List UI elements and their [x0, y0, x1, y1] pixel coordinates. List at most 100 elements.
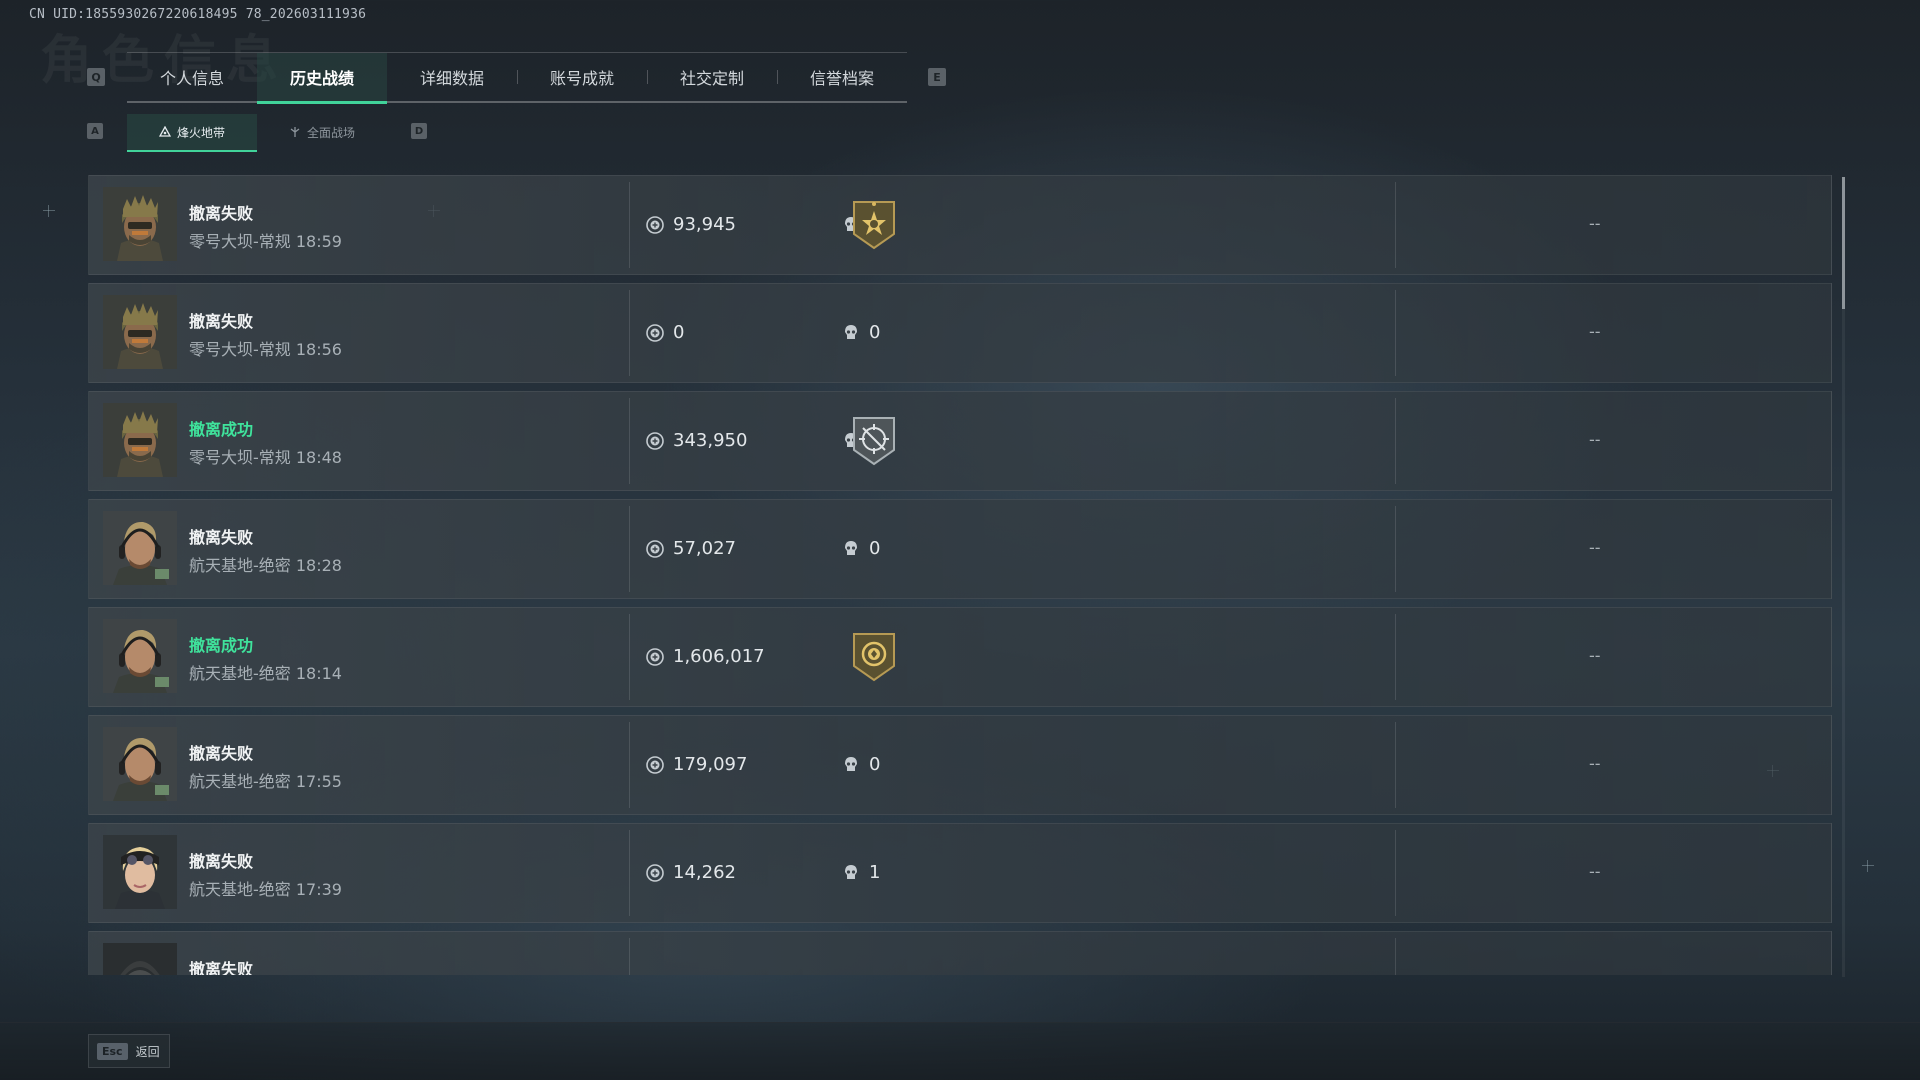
haul-value: 179,097: [673, 754, 748, 775]
subtab-prev-key[interactable]: A: [87, 123, 103, 139]
deco-cross: [1862, 860, 1874, 872]
column-divider: [1395, 938, 1396, 975]
map-name: 航天基地-绝密: [189, 664, 291, 683]
medal-badge-icon: [851, 200, 897, 250]
match-time: 17:55: [295, 772, 342, 791]
column-divider: [1395, 398, 1396, 484]
operator-avatar: [103, 295, 177, 369]
match-history-list: 撤离失败零号大坝-常规 18:5993,9455--撤离失败零号大坝-常规 18…: [88, 175, 1832, 975]
subtab-hazard-zone[interactable]: 烽火地带: [127, 114, 257, 152]
match-row[interactable]: 撤离失败零号大坝-常规 18:5993,9455--: [88, 175, 1832, 275]
extraction-status: 撤离成功: [189, 420, 254, 439]
extra-info: --: [1589, 322, 1601, 341]
match-row[interactable]: 撤离失败零号大坝-常规 18:56 0 0 --: [88, 283, 1832, 383]
operator-avatar: [103, 187, 177, 261]
tab-credit-profile[interactable]: 信誉档案: [777, 53, 907, 101]
map-and-time: 零号大坝-常规 18:48: [189, 444, 342, 468]
column-divider: [629, 290, 630, 376]
back-button[interactable]: Esc 返回: [88, 1034, 170, 1068]
footer-bar: [0, 1022, 1920, 1080]
map-and-time: 航天基地-绝密 18:14: [189, 660, 342, 684]
operator-avatar: [103, 835, 177, 909]
haul-value: 57,027: [673, 538, 736, 559]
operator-avatar: [103, 619, 177, 693]
match-time: 18:59: [295, 232, 342, 251]
esc-key: Esc: [97, 1042, 128, 1060]
map-and-time: 零号大坝-常规 18:56: [189, 336, 342, 360]
scroll-thumb[interactable]: [1842, 177, 1845, 309]
map-name: 零号大坝-常规: [189, 232, 291, 251]
column-divider: [629, 182, 630, 268]
haul-value: 343,950: [673, 430, 748, 451]
haul-value: 0: [673, 322, 685, 343]
kill-count: 0: [869, 538, 881, 559]
tab-achievements[interactable]: 账号成就: [517, 53, 647, 101]
extra-info: --: [1589, 538, 1601, 557]
match-row[interactable]: 撤离失败 航天基地-绝密 17:55 179,097 0 --: [88, 715, 1832, 815]
extraction-status: 撤离失败: [189, 744, 254, 763]
extra-info: --: [1589, 646, 1601, 665]
extraction-status: 撤离失败: [189, 312, 254, 331]
column-divider: [1395, 722, 1396, 808]
match-time: 17:39: [295, 880, 342, 899]
subtab-next-key[interactable]: D: [411, 123, 427, 139]
tab-next-key[interactable]: E: [928, 68, 946, 86]
tab-prev-key[interactable]: Q: [87, 68, 105, 86]
tab-social-custom[interactable]: 社交定制: [647, 53, 777, 101]
uid-label: CN UID:1855930267220618495 78_2026031119…: [29, 7, 367, 22]
kill-count: 0: [869, 322, 881, 343]
medal-badge-icon: [851, 416, 897, 466]
map-and-time: 航天基地-绝密 17:55: [189, 768, 342, 792]
haul-value: 14,262: [673, 862, 736, 883]
skull-icon: [843, 540, 859, 558]
operator-avatar: [103, 727, 177, 801]
coin-icon: [646, 864, 664, 882]
hazard-zone-icon: [158, 126, 171, 137]
haul-value: 1,606,017: [673, 646, 765, 667]
extraction-status: 撤离失败: [189, 204, 254, 223]
match-row[interactable]: 撤离成功航天基地-绝密 18:141,606,0172--: [88, 607, 1832, 707]
column-divider: [629, 398, 630, 484]
tab-match-history[interactable]: 历史战绩: [257, 53, 387, 104]
match-time: 18:56: [295, 340, 342, 359]
match-row[interactable]: 撤离成功零号大坝-常规 18:48343,9508--: [88, 391, 1832, 491]
haul-value: 93,945: [673, 214, 736, 235]
back-label: 返回: [135, 1044, 160, 1059]
extra-info: --: [1589, 862, 1601, 881]
extraction-status: 撤离失败: [189, 960, 254, 975]
coin-icon: [646, 756, 664, 774]
extraction-status: 撤离失败: [189, 852, 254, 871]
match-row[interactable]: 撤离失败: [88, 931, 1832, 975]
match-row[interactable]: 撤离失败航天基地-绝密 18:28 57,027 0 --: [88, 499, 1832, 599]
operator-avatar: [103, 943, 177, 975]
map-name: 航天基地-绝密: [189, 772, 291, 791]
extra-info: --: [1589, 430, 1601, 449]
scrollbar[interactable]: [1842, 177, 1845, 977]
subtab-hazard-zone-label: 烽火地带: [176, 125, 225, 140]
column-divider: [629, 830, 630, 916]
match-row[interactable]: 撤离失败航天基地-绝密 17:39 14,262 1 --: [88, 823, 1832, 923]
kill-count: 0: [869, 754, 881, 775]
map-and-time: 航天基地-绝密 17:39: [189, 876, 342, 900]
coin-icon: [646, 432, 664, 450]
match-time: 18:48: [295, 448, 342, 467]
column-divider: [629, 938, 630, 975]
map-and-time: 航天基地-绝密 18:28: [189, 552, 342, 576]
extra-info: --: [1589, 214, 1601, 233]
column-divider: [1395, 182, 1396, 268]
skull-icon: [843, 324, 859, 342]
medal-badge-icon: [851, 632, 897, 682]
subtab-full-battlefield-label: 全面战场: [306, 125, 355, 140]
subtab-full-battlefield[interactable]: 全面战场: [257, 114, 387, 150]
tab-personal-info[interactable]: 个人信息: [127, 53, 257, 101]
skull-icon: [843, 864, 859, 882]
column-divider: [1395, 506, 1396, 592]
operator-avatar: [103, 403, 177, 477]
kill-count: 1: [869, 862, 881, 883]
extraction-status: 撤离失败: [189, 528, 254, 547]
tab-detailed-data[interactable]: 详细数据: [387, 53, 517, 101]
column-divider: [629, 506, 630, 592]
map-name: 零号大坝-常规: [189, 340, 291, 359]
extraction-status: 撤离成功: [189, 636, 254, 655]
match-time: 18:28: [295, 556, 342, 575]
